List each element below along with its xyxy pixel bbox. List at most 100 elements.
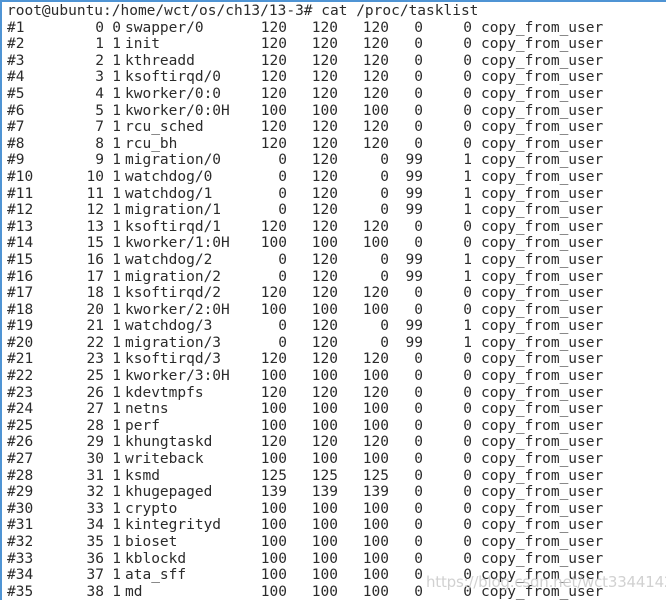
tasklist-row: #15 16 1 watchdog/2 0 120 0 99 1 copy_from_user (4, 252, 666, 269)
row-function: copy_from_user (481, 36, 604, 53)
tasklist-row: #31 34 1 kintegrityd 100 100 100 0 0 copy_from_us… (4, 517, 666, 534)
terminal-screen[interactable]: root@ubuntu:/home/wct/os/ch13/13-3# cat … (4, 2, 666, 600)
tasklist-row: #18 20 1 kworker/2:0H 100 100 100 0 0 copy_from_u… (4, 302, 666, 319)
row-function: copy_from_user (481, 451, 604, 468)
row-policy: 0 (463, 417, 472, 434)
row-policy: 0 (463, 583, 472, 600)
tasklist-row: #3 2 1 kthreadd 120 120 120 0 0 copy_from_user (4, 53, 666, 70)
row-policy: 0 (463, 235, 472, 252)
tasklist-output: #1 0 0 swapper/0 120 120 120 0 0 copy_from_user #2… (4, 20, 666, 600)
row-policy: 0 (463, 384, 472, 401)
row-function: copy_from_user (481, 368, 604, 385)
tasklist-row: #1 0 0 swapper/0 120 120 120 0 0 copy_from_user (4, 20, 666, 37)
tasklist-row: #19 21 1 watchdog/3 0 120 0 99 1 copy_from_user (4, 318, 666, 335)
row-function: copy_from_user (481, 19, 604, 36)
row-policy: 0 (463, 434, 472, 451)
row-policy: 0 (463, 500, 472, 517)
tasklist-row: #6 5 1 kworker/0:0H 100 100 100 0 0 copy_from_use… (4, 103, 666, 120)
row-policy: 0 (463, 534, 472, 550)
row-function: copy_from_user (481, 285, 604, 302)
tasklist-row: #33 36 1 kblockd 100 100 100 0 0 copy_from_user (4, 551, 666, 568)
row-function: copy_from_user (481, 251, 604, 268)
row-function: copy_from_user (481, 417, 604, 434)
row-function: copy_from_user (481, 301, 604, 318)
row-policy: 1 (463, 202, 472, 219)
tasklist-row: #13 13 1 ksoftirqd/1 120 120 120 0 0 copy_from_us… (4, 219, 666, 236)
tasklist-row: #22 25 1 kworker/3:0H 100 100 100 0 0 copy_from_u… (4, 368, 666, 385)
tasklist-row: #34 37 1 ata_sff 100 100 100 0 0 copy_from_user (4, 567, 666, 584)
row-function: copy_from_user (481, 102, 604, 119)
tasklist-row: #8 8 1 rcu_bh 120 120 120 0 0 copy_from_user (4, 136, 666, 153)
row-function: copy_from_user (481, 202, 604, 219)
row-function: copy_from_user (481, 235, 604, 252)
row-function: copy_from_user (481, 534, 604, 550)
row-policy: 0 (463, 451, 472, 468)
row-function: copy_from_user (481, 168, 604, 185)
row-function: copy_from_user (481, 135, 604, 152)
row-function: copy_from_user (481, 334, 604, 351)
row-function: copy_from_user (481, 85, 604, 102)
row-function: copy_from_user (481, 268, 604, 285)
row-function: copy_from_user (481, 434, 604, 451)
tasklist-row: #12 12 1 migration/1 0 120 0 99 1 copy_from_user (4, 202, 666, 219)
tasklist-row: #27 30 1 writeback 100 100 100 0 0 copy_from_user (4, 451, 666, 468)
tasklist-row: #32 35 1 bioset 100 100 100 0 0 copy_from_user (4, 534, 666, 551)
row-policy: 0 (463, 368, 472, 385)
row-policy: 1 (463, 152, 472, 169)
row-function: copy_from_user (481, 484, 604, 501)
row-policy: 1 (463, 334, 472, 351)
row-policy: 0 (463, 550, 472, 567)
tasklist-row: #20 22 1 migration/3 0 120 0 99 1 copy_from_user (4, 335, 666, 352)
row-function: copy_from_user (481, 500, 604, 517)
tasklist-row: #23 26 1 kdevtmpfs 120 120 120 0 0 copy_from_user (4, 385, 666, 402)
row-function: copy_from_user (481, 384, 604, 401)
row-policy: 1 (463, 268, 472, 285)
row-policy: 1 (463, 318, 472, 335)
row-policy: 0 (463, 69, 472, 86)
row-function: copy_from_user (481, 401, 604, 418)
row-policy: 0 (463, 401, 472, 418)
tasklist-row: #4 3 1 ksoftirqd/0 120 120 120 0 0 copy_from_user (4, 69, 666, 86)
row-function: copy_from_user (481, 550, 604, 567)
tasklist-row: #11 11 1 watchdog/1 0 120 0 99 1 copy_from_user (4, 186, 666, 203)
row-policy: 0 (463, 301, 472, 318)
tasklist-row: #30 33 1 crypto 100 100 100 0 0 copy_from_user (4, 501, 666, 518)
row-policy: 0 (463, 102, 472, 119)
row-policy: 0 (463, 52, 472, 69)
row-policy: 0 (463, 351, 472, 368)
tasklist-row: #9 9 1 migration/0 0 120 0 99 1 copy_from_user (4, 152, 666, 169)
row-policy: 1 (463, 251, 472, 268)
row-function: copy_from_user (481, 351, 604, 368)
row-function: copy_from_user (481, 152, 604, 169)
row-function: copy_from_user (481, 467, 604, 484)
row-function: copy_from_user (481, 517, 604, 534)
tasklist-row: #2 1 1 init 120 120 120 0 0 copy_from_user (4, 36, 666, 53)
tasklist-row: #5 4 1 kworker/0:0 120 120 120 0 0 copy_from_user (4, 86, 666, 103)
tasklist-row: #21 23 1 ksoftirqd/3 120 120 120 0 0 copy_from_us… (4, 351, 666, 368)
row-policy: 0 (463, 567, 472, 584)
row-policy: 0 (463, 467, 472, 484)
tasklist-row: #17 18 1 ksoftirqd/2 120 120 120 0 0 copy_from_us… (4, 285, 666, 302)
terminal-window[interactable]: root@ubuntu:/home/wct/os/ch13/13-3# cat … (0, 0, 666, 600)
tasklist-row: #10 10 1 watchdog/0 0 120 0 99 1 copy_from_user (4, 169, 666, 186)
row-function: copy_from_user (481, 69, 604, 86)
tasklist-row: #29 32 1 khugepaged 139 139 139 0 0 copy_from_use… (4, 484, 666, 501)
row-function: copy_from_user (481, 119, 604, 136)
row-function: copy_from_user (481, 567, 604, 584)
row-policy: 0 (463, 218, 472, 235)
row-policy: 1 (463, 185, 472, 202)
tasklist-row: #25 28 1 perf 100 100 100 0 0 copy_from_user (4, 418, 666, 435)
tasklist-row: #26 29 1 khungtaskd 120 120 120 0 0 copy_from_use… (4, 434, 666, 451)
tasklist-row: #7 7 1 rcu_sched 120 120 120 0 0 copy_from_user (4, 119, 666, 136)
tasklist-row: #28 31 1 ksmd 125 125 125 0 0 copy_from_user (4, 468, 666, 485)
tasklist-row: #24 27 1 netns 100 100 100 0 0 copy_from_user (4, 401, 666, 418)
row-policy: 1 (463, 168, 472, 185)
tasklist-row: #14 15 1 kworker/1:0H 100 100 100 0 0 copy_from_u… (4, 235, 666, 252)
row-function: copy_from_user (481, 185, 604, 202)
row-policy: 0 (463, 119, 472, 136)
row-policy: 0 (463, 85, 472, 102)
row-policy: 0 (463, 517, 472, 534)
row-function: copy_from_user (481, 218, 604, 235)
row-function: copy_from_user (481, 52, 604, 69)
row-policy: 0 (463, 484, 472, 501)
